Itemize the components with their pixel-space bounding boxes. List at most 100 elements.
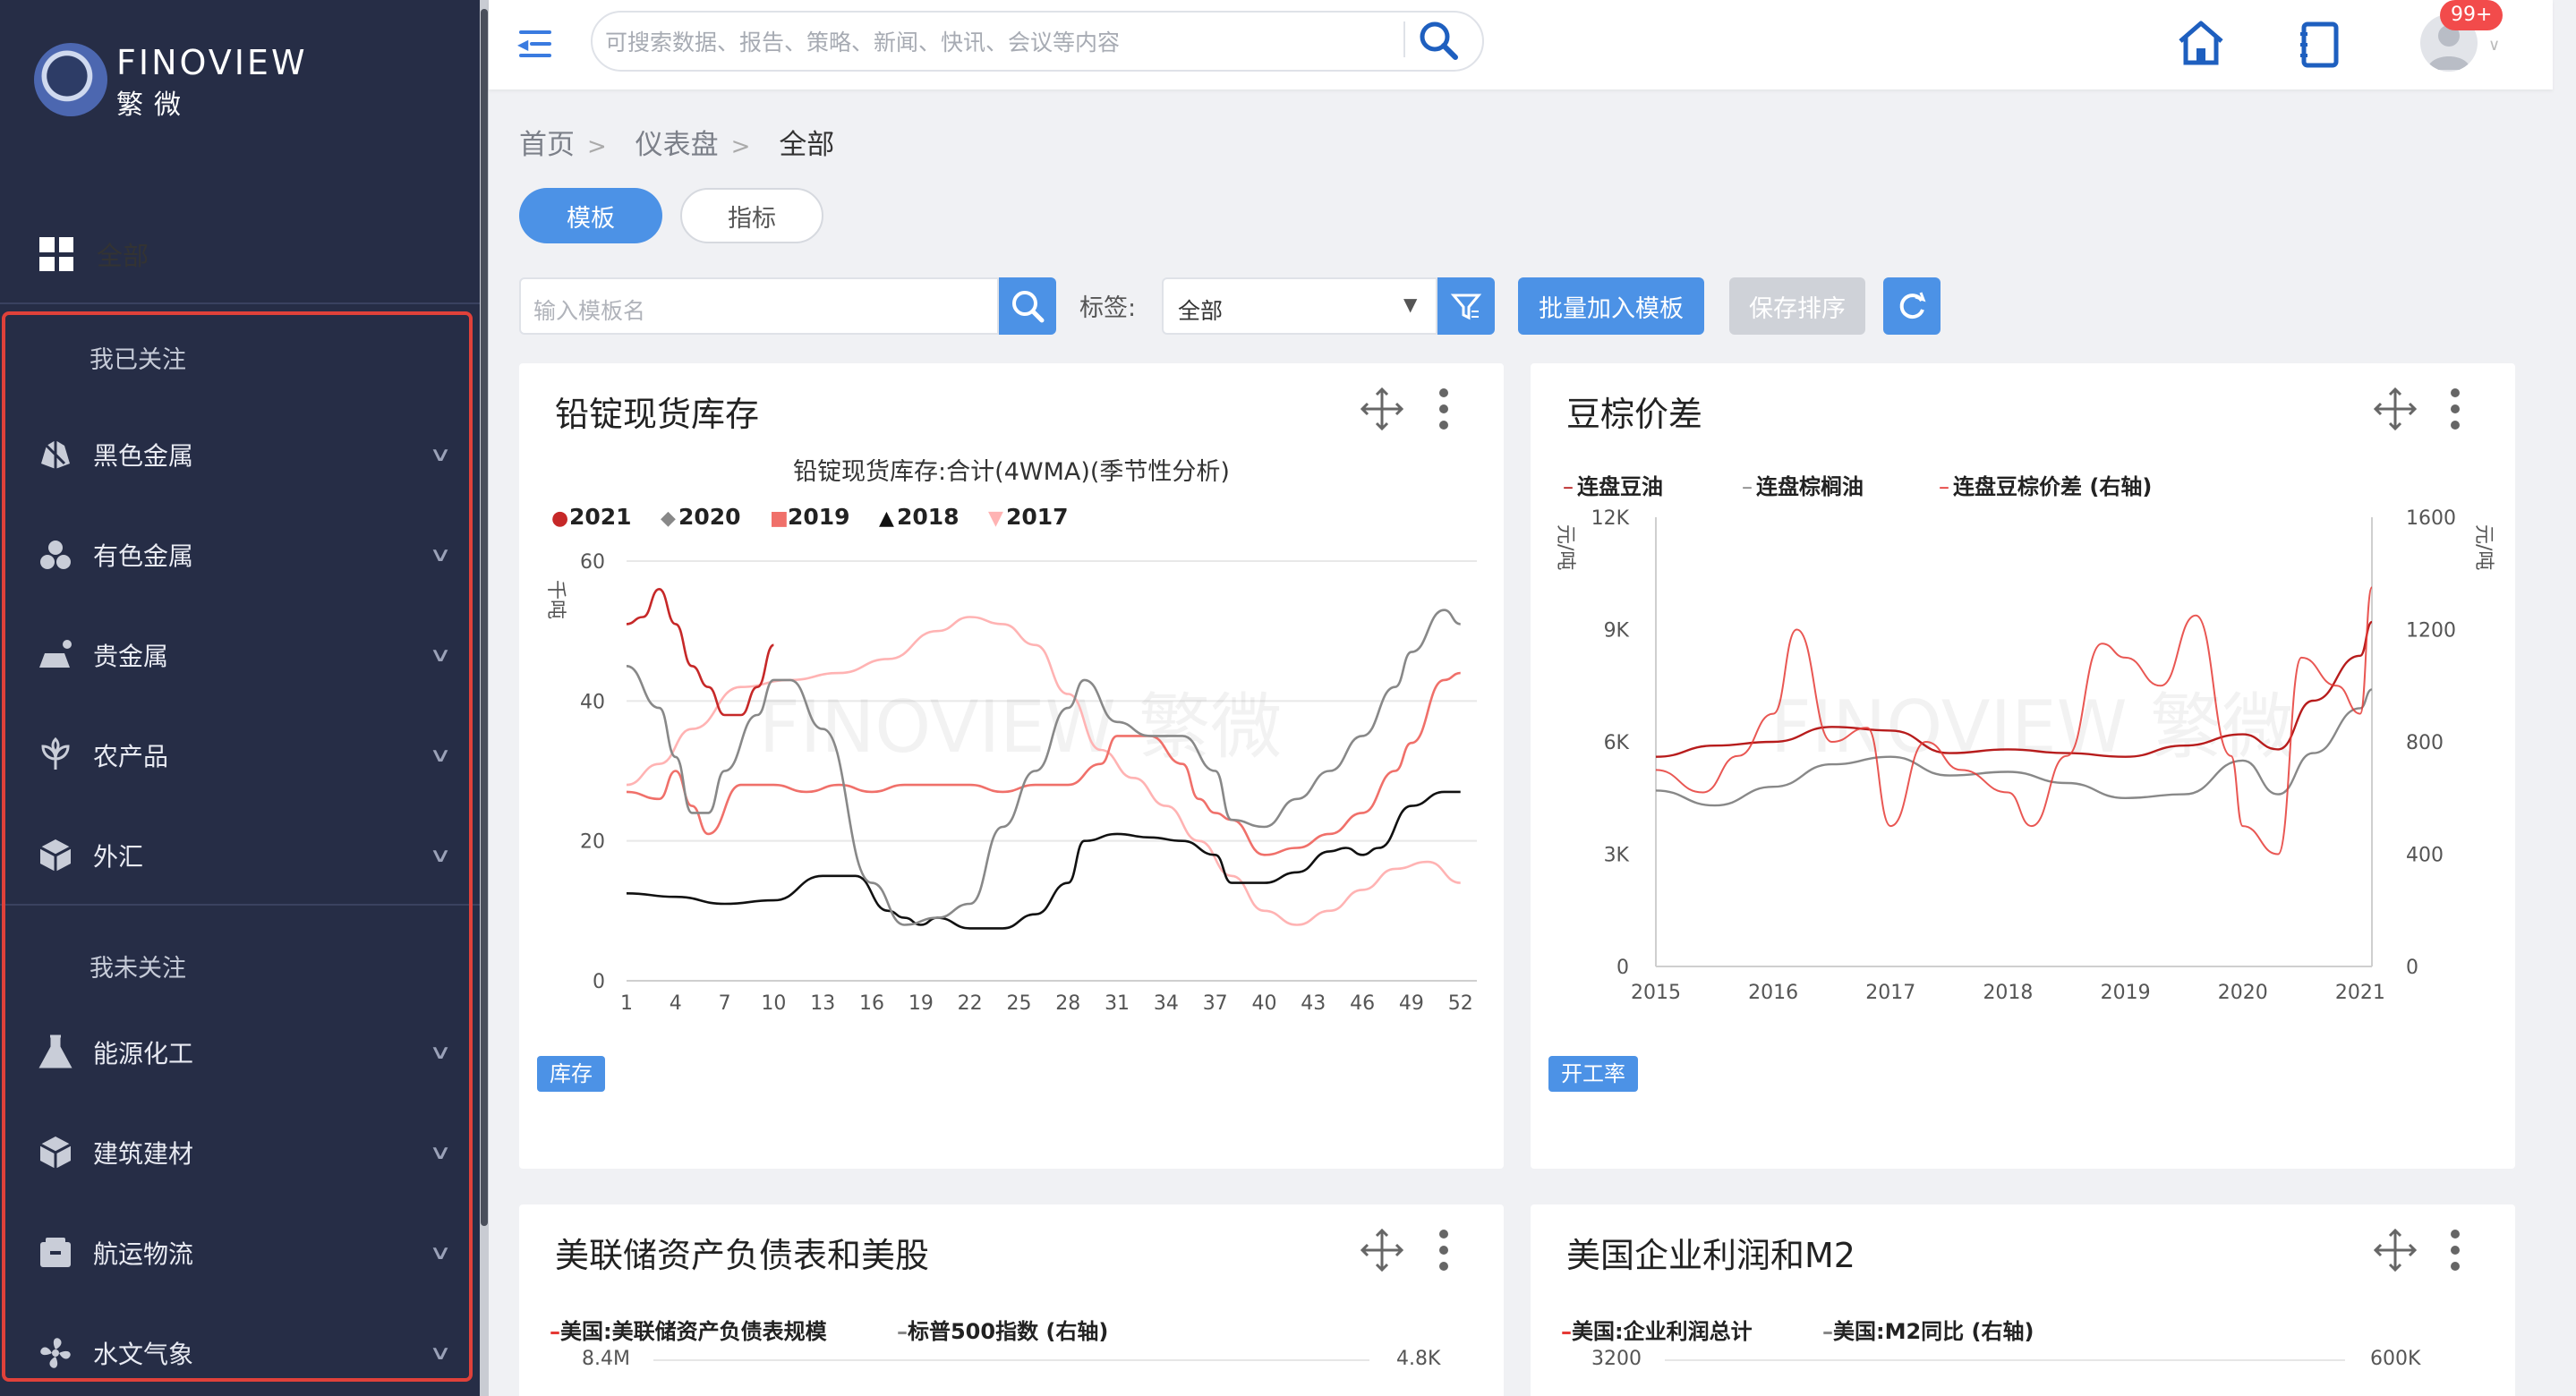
move-icon[interactable] xyxy=(2373,387,2418,431)
x-tick-label: 40 xyxy=(1252,992,1277,1015)
y-axis-label: 千吨 xyxy=(544,580,567,619)
x-tick-label: 7 xyxy=(719,992,731,1015)
x-tick-label: 16 xyxy=(859,992,884,1015)
x-tick-label: 2016 xyxy=(1748,982,1798,1004)
notebook-icon[interactable] xyxy=(2299,21,2340,68)
search-placeholder: 可搜索数据、报告、策略、新闻、快讯、会议等内容 xyxy=(605,30,1121,55)
breadcrumb: 首页 > 仪表盘 > 全部 xyxy=(519,122,847,162)
x-tick-label: 52 xyxy=(1448,992,1473,1015)
legend-marker: ▲ xyxy=(879,507,894,530)
chart-title: 铅锭现货库存:合计(4WMA)(季节性分析) xyxy=(793,458,1230,486)
y-tick-label: 6K xyxy=(1604,732,1630,754)
breadcrumb-separator: > xyxy=(587,133,607,160)
brand-name: FINOVIEW xyxy=(116,43,308,82)
legend-item: 连盘豆油 xyxy=(1577,474,1663,499)
x-tick-label: 43 xyxy=(1301,992,1326,1015)
y-tick-label: 0 xyxy=(593,971,605,993)
refresh-button[interactable] xyxy=(1883,277,1941,335)
filter-button[interactable] xyxy=(1437,277,1495,335)
breadcrumb-current: 全部 xyxy=(779,129,835,161)
search-icon[interactable] xyxy=(1416,18,1461,63)
more-icon[interactable] xyxy=(2449,1230,2461,1271)
y-tick-right: 4.8K xyxy=(1396,1348,1441,1370)
tag-label: 标签: xyxy=(1079,294,1137,322)
more-icon[interactable] xyxy=(1437,1230,1450,1271)
y-tick-left: 3200 xyxy=(1591,1348,1642,1370)
legend-marker: ◆ xyxy=(661,507,676,530)
x-tick-label: 28 xyxy=(1055,992,1080,1015)
y2-tick-label: 1600 xyxy=(2406,507,2456,530)
grid-line xyxy=(653,1359,1369,1361)
x-tick-label: 2015 xyxy=(1631,982,1681,1004)
y-tick-left: 8.4M xyxy=(582,1348,630,1370)
card-tag[interactable]: 库存 xyxy=(537,1056,605,1092)
sidebar-divider xyxy=(0,302,480,304)
x-tick-label: 1 xyxy=(620,992,633,1015)
x-tick-label: 10 xyxy=(761,992,786,1015)
sidebar-scrollbar[interactable] xyxy=(480,0,489,1396)
save-order-button[interactable]: 保存排序 xyxy=(1729,277,1865,335)
legend-item: 2018 xyxy=(897,504,960,530)
brand-sub: 繁微 xyxy=(116,89,192,121)
card-title: 豆棕价差 xyxy=(1566,395,1703,434)
legend-marker: ■ xyxy=(770,507,789,530)
move-icon[interactable] xyxy=(1360,1228,1404,1273)
y-tick-label: 60 xyxy=(580,551,605,574)
move-icon[interactable] xyxy=(2373,1228,2418,1273)
card-title: 美联储资产负债表和美股 xyxy=(555,1236,930,1275)
x-tick-label: 2020 xyxy=(2218,982,2268,1004)
legend-item: 2020 xyxy=(678,504,741,530)
x-tick-label: 46 xyxy=(1350,992,1375,1015)
x-tick-label: 2021 xyxy=(2335,982,2385,1004)
card-title: 铅锭现货库存 xyxy=(555,395,760,434)
breadcrumb-dashboard[interactable]: 仪表盘 xyxy=(635,129,719,161)
x-tick-label: 2017 xyxy=(1865,982,1915,1004)
y2-tick-label: 1200 xyxy=(2406,620,2456,643)
breadcrumb-home[interactable]: 首页 xyxy=(519,129,575,161)
sidebar-item-label: 全部 xyxy=(97,241,149,271)
caret-down-icon: ▼ xyxy=(1403,294,1418,315)
y2-tick-label: 800 xyxy=(2406,732,2444,754)
series-line-2018 xyxy=(626,790,1461,930)
home-icon[interactable] xyxy=(2175,18,2227,68)
legend-item: 2017 xyxy=(1006,504,1069,530)
highlight-box xyxy=(2,311,473,1382)
x-tick-label: 13 xyxy=(810,992,835,1015)
finoview-logo-icon xyxy=(34,43,107,116)
card-tag[interactable]: 开工率 xyxy=(1548,1056,1638,1092)
x-tick-label: 34 xyxy=(1154,992,1179,1015)
template-search-button[interactable] xyxy=(999,277,1056,335)
legend-marker: – xyxy=(1742,474,1753,499)
more-icon[interactable] xyxy=(2449,388,2461,430)
tab-template[interactable]: 模板 xyxy=(519,188,662,243)
template-name-placeholder: 输入模板名 xyxy=(533,298,646,324)
x-tick-label: 25 xyxy=(1006,992,1031,1015)
y-tick-label: 3K xyxy=(1604,845,1630,867)
x-tick-label: 2018 xyxy=(1983,982,2033,1004)
card-title: 美国企业利润和M2 xyxy=(1566,1236,1855,1275)
chevron-down-icon[interactable]: ∨ xyxy=(2488,36,2500,55)
tab-indicator[interactable]: 指标 xyxy=(680,188,823,243)
x-tick-label: 49 xyxy=(1399,992,1424,1015)
y-axis-label-right: 元/吨 xyxy=(2472,524,2495,570)
move-icon[interactable] xyxy=(1360,387,1404,431)
chart-legend: –美国:美联储资产负债表规模 –标普500指数 (右轴) xyxy=(550,1319,1109,1344)
y-tick-right: 600K xyxy=(2370,1348,2421,1370)
x-tick-label: 2019 xyxy=(2101,982,2151,1004)
y2-tick-label: 0 xyxy=(2406,957,2418,979)
y-axis-label-left: 元/吨 xyxy=(1554,524,1576,570)
legend-item: 连盘棕榈油 xyxy=(1756,474,1864,499)
menu-toggle-icon[interactable]: ◀ xyxy=(517,29,551,59)
batch-add-button[interactable]: 批量加入模板 xyxy=(1518,277,1704,335)
refresh-icon xyxy=(1899,292,1926,319)
more-icon[interactable] xyxy=(1437,388,1450,430)
breadcrumb-separator: > xyxy=(730,133,751,160)
notification-badge: 99+ xyxy=(2440,0,2503,30)
chart-lead-inventory: 铅锭现货库存:合计(4WMA)(季节性分析)● 2021 ◆ 2020 ■ 2019 ▲ 20… xyxy=(544,458,1477,1015)
legend-item: 连盘豆棕价差 (右轴) xyxy=(1953,474,2152,499)
search-icon xyxy=(1012,291,1045,323)
legend-item: 美国:美联储资产负债表规模 xyxy=(560,1319,827,1344)
legend-marker: – xyxy=(1939,474,1949,499)
sidebar-item-all[interactable]: 全部 xyxy=(0,227,480,281)
tag-select-value: 全部 xyxy=(1178,298,1224,324)
